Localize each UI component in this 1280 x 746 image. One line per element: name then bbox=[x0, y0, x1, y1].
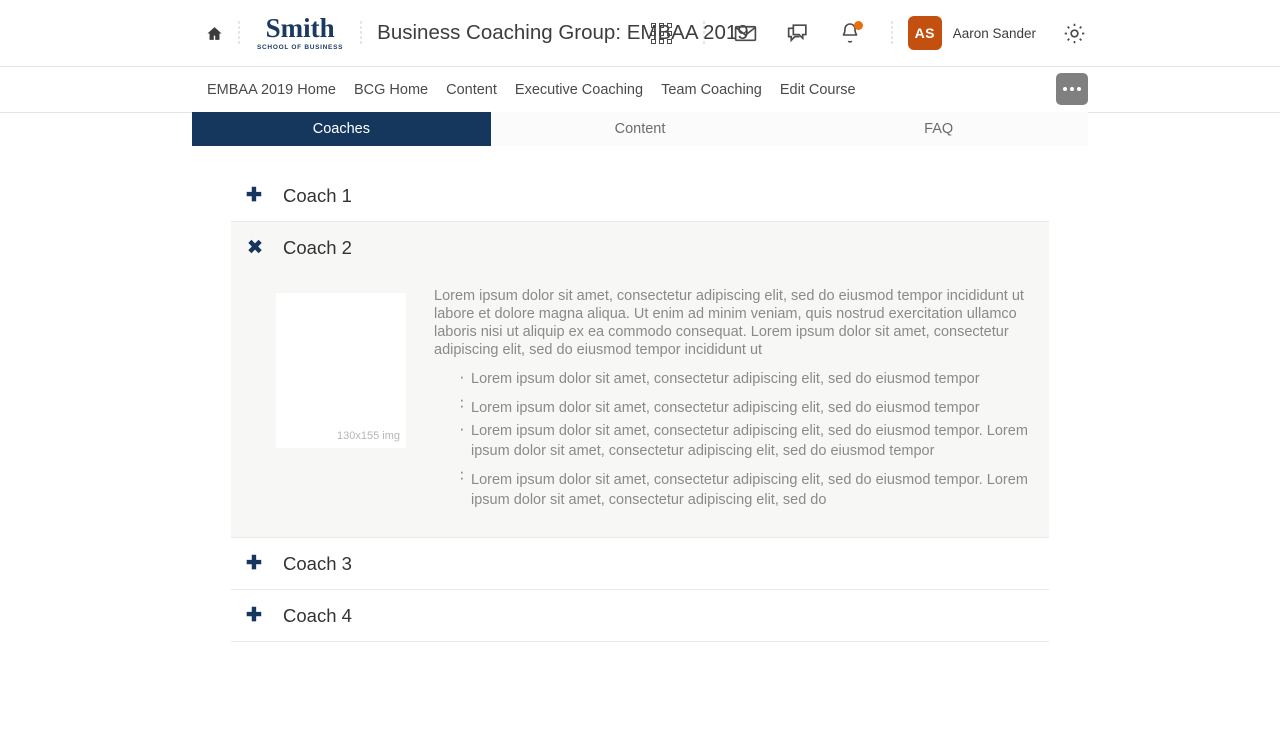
list-item: Lorem ipsum dolor sit amet, consectetur … bbox=[459, 396, 1035, 418]
coach-bio-list: Lorem ipsum dolor sit amet, consectetur … bbox=[434, 367, 1035, 510]
user-name[interactable]: Aaron Sander bbox=[953, 26, 1036, 41]
accordion-title-coach-4: Coach 4 bbox=[283, 604, 352, 626]
list-item: Lorem ipsum dolor sit amet, consectetur … bbox=[459, 468, 1035, 510]
mail-icon[interactable] bbox=[729, 16, 763, 50]
apps-grid-glyph bbox=[651, 22, 673, 44]
coach-bio-text: Lorem ipsum dolor sit amet, consectetur … bbox=[434, 281, 1035, 513]
header-right-group: AS Aaron Sander bbox=[636, 0, 1100, 66]
gear-icon[interactable] bbox=[1057, 16, 1091, 50]
list-item: Lorem ipsum dolor sit amet, consectetur … bbox=[459, 367, 1035, 389]
plus-icon[interactable] bbox=[243, 554, 265, 573]
more-options-button[interactable] bbox=[1056, 73, 1088, 105]
coaches-accordion: Coach 1 Coach 2 130x155 img Lorem ipsum … bbox=[231, 170, 1049, 642]
header-divider-3 bbox=[702, 20, 705, 46]
accordion-item-coach-4: Coach 4 bbox=[231, 590, 1049, 642]
accordion-panel-coach-2: 130x155 img Lorem ipsum dolor sit amet, … bbox=[231, 273, 1049, 537]
accordion-title-coach-1: Coach 1 bbox=[283, 184, 352, 206]
nav-item-team-coaching[interactable]: Team Coaching bbox=[661, 82, 762, 98]
tab-coaches[interactable]: Coaches bbox=[192, 112, 491, 146]
avatar[interactable]: AS bbox=[907, 16, 942, 50]
accordion-item-coach-3: Coach 3 bbox=[231, 538, 1049, 590]
nav-item-content[interactable]: Content bbox=[446, 82, 497, 98]
tab-faq[interactable]: FAQ bbox=[789, 112, 1089, 146]
header-divider-4 bbox=[890, 20, 893, 46]
list-item: Lorem ipsum dolor sit amet, consectetur … bbox=[459, 419, 1035, 461]
coach-bio-paragraph: Lorem ipsum dolor sit amet, consectetur … bbox=[434, 288, 1024, 358]
nav-item-edit-course[interactable]: Edit Course bbox=[780, 82, 856, 98]
close-icon[interactable] bbox=[243, 238, 265, 257]
smith-logo-word: Smith bbox=[265, 13, 335, 44]
accordion-header-coach-3[interactable]: Coach 3 bbox=[231, 538, 1049, 589]
course-nav-bar: EMBAA 2019 Home BCG Home Content Executi… bbox=[0, 67, 1280, 113]
accordion-header-coach-4[interactable]: Coach 4 bbox=[231, 590, 1049, 641]
bell-icon[interactable] bbox=[833, 16, 867, 50]
accordion-title-coach-2: Coach 2 bbox=[283, 236, 352, 258]
plus-icon[interactable] bbox=[243, 186, 265, 205]
tab-content[interactable]: Content bbox=[490, 112, 790, 146]
notification-badge bbox=[853, 21, 863, 30]
coach-photo-label: 130x155 img bbox=[337, 430, 400, 442]
accordion-item-coach-2: Coach 2 130x155 img Lorem ipsum dolor si… bbox=[231, 222, 1049, 538]
accordion-item-coach-1: Coach 1 bbox=[231, 170, 1049, 222]
course-nav-items: EMBAA 2019 Home BCG Home Content Executi… bbox=[207, 67, 856, 112]
apps-grid-icon[interactable] bbox=[645, 16, 679, 50]
home-icon[interactable] bbox=[205, 24, 223, 42]
chat-icon[interactable] bbox=[781, 16, 815, 50]
header-divider-2 bbox=[360, 20, 363, 46]
kebab-dot bbox=[1077, 87, 1081, 91]
nav-item-embaa-2019-home[interactable]: EMBAA 2019 Home bbox=[207, 82, 336, 98]
tab-strip: Coaches Content FAQ bbox=[192, 112, 1089, 146]
kebab-dot bbox=[1063, 87, 1067, 91]
accordion-header-coach-2[interactable]: Coach 2 bbox=[231, 222, 1049, 273]
accordion-title-coach-3: Coach 3 bbox=[283, 552, 352, 574]
accordion-header-coach-1[interactable]: Coach 1 bbox=[231, 170, 1049, 221]
top-header-bar: Smith SCHOOL OF BUSINESS Business Coachi… bbox=[0, 0, 1280, 67]
kebab-dot bbox=[1070, 87, 1074, 91]
nav-item-executive-coaching[interactable]: Executive Coaching bbox=[515, 82, 643, 98]
smith-logo-subtitle: SCHOOL OF BUSINESS bbox=[257, 44, 344, 52]
nav-item-bcg-home[interactable]: BCG Home bbox=[354, 82, 428, 98]
coach-photo-placeholder: 130x155 img bbox=[276, 293, 406, 448]
smith-logo[interactable]: Smith SCHOOL OF BUSINESS bbox=[255, 14, 345, 52]
header-divider-1 bbox=[238, 20, 240, 46]
plus-icon[interactable] bbox=[243, 606, 265, 625]
